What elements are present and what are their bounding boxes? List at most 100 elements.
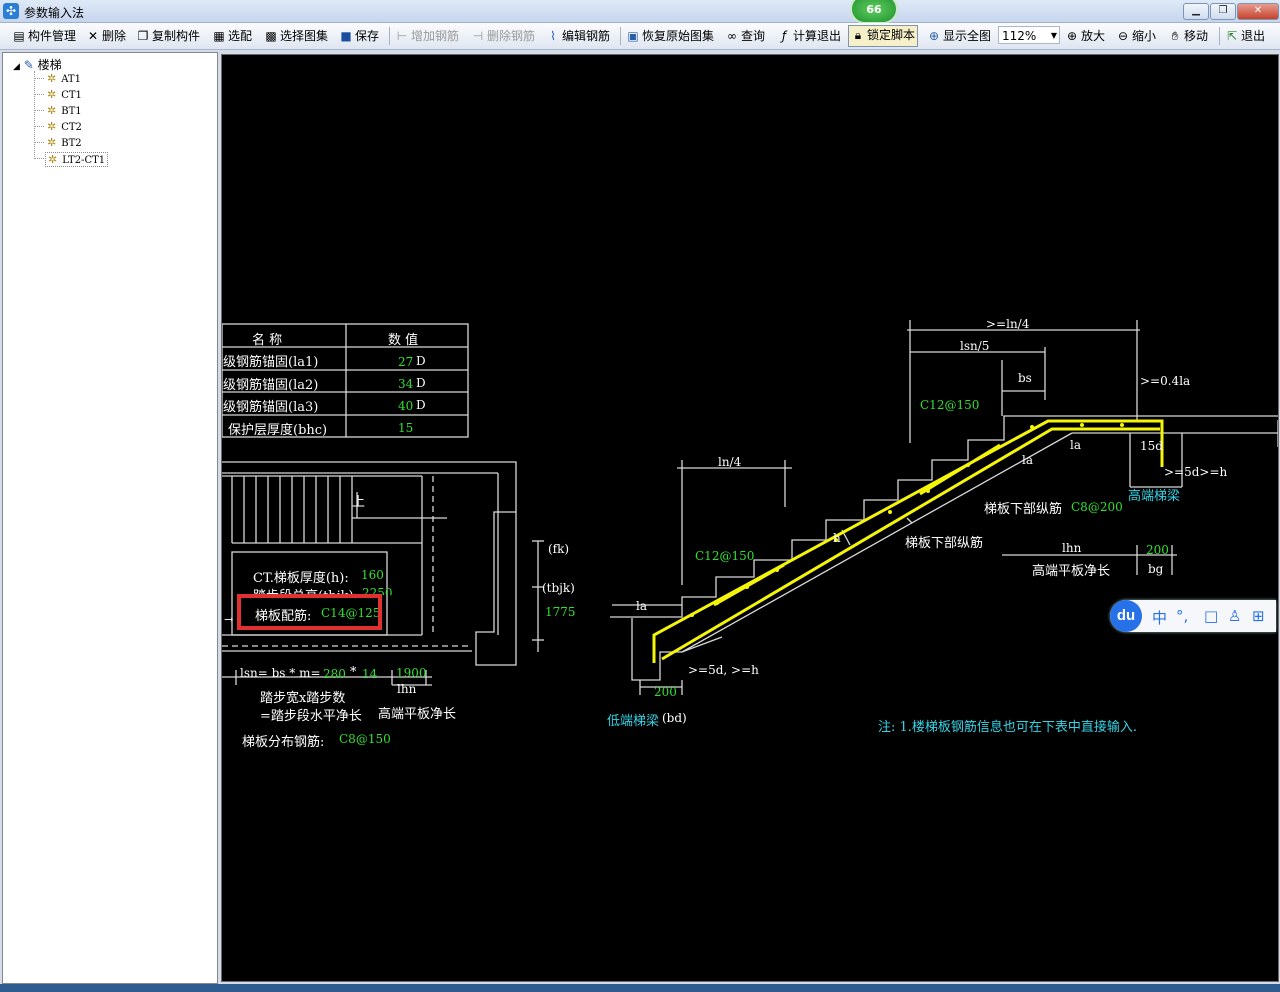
- atlas-icon: ▩: [265, 29, 277, 43]
- m-value[interactable]: 14: [362, 667, 377, 681]
- bottom-long-label-2: 梯板下部纵筋: [905, 536, 984, 551]
- select-atlas-button[interactable]: ▩ 选择图集: [264, 27, 328, 45]
- title-bar: ✣ 参数输入法 ▁ ❐ ✕: [0, 0, 1280, 23]
- drawing-canvas[interactable]: 名 称 数 值 一级钢筋锚固(la1) 二级钢筋锚固(la2) 三级钢筋锚固(l…: [221, 54, 1279, 982]
- lock-icon: 🔒︎: [854, 28, 862, 42]
- plan-note-1: 踏步宽x踏步数: [260, 691, 346, 706]
- taskbar: [0, 984, 1280, 992]
- dist-rebar-label: 梯板分布钢筋:: [242, 735, 325, 750]
- notification-badge[interactable]: 66: [850, 0, 898, 24]
- bottom-long-value[interactable]: C8@200: [1071, 500, 1123, 514]
- select-match-button[interactable]: ▦ 选配: [212, 27, 252, 45]
- lock-script-button[interactable]: 🔒︎ 锁定脚本: [848, 25, 919, 47]
- plan-note-3: 高端平板净长: [378, 707, 457, 722]
- move-button[interactable]: ✋︎ 移动: [1168, 27, 1208, 45]
- tree-item-ct2[interactable]: ✲ CT2: [47, 120, 82, 133]
- query-button[interactable]: ∞ 查询: [725, 27, 765, 45]
- tree-root-stairs[interactable]: ◢ ✎ 楼梯: [13, 56, 62, 73]
- plan-note-2: =踏步段水平净长: [260, 709, 362, 724]
- table-row-name: 二级钢筋锚固(la2): [222, 378, 319, 393]
- restore-icon: ▣: [627, 29, 639, 43]
- zoom-in-button[interactable]: ⊕ 放大: [1065, 27, 1105, 45]
- move-icon: ✋︎: [1171, 29, 1179, 43]
- table-row-unit: D: [416, 354, 426, 368]
- table-row-unit: D: [416, 398, 426, 412]
- zoom-out-button[interactable]: ⊖ 缩小: [1116, 27, 1156, 45]
- ime-user-icon[interactable]: ♙: [1228, 607, 1241, 625]
- edit-rebar-button[interactable]: ⌇ 编辑钢筋: [546, 27, 610, 45]
- dim-bg: bg: [1148, 562, 1164, 576]
- minimize-button[interactable]: ▁: [1183, 3, 1209, 20]
- calc-exit-button[interactable]: ƒ 计算退出: [777, 27, 841, 45]
- component-manage-button[interactable]: ▤ 构件管理: [12, 27, 76, 45]
- table-row-value[interactable]: 34: [398, 377, 413, 391]
- tree-item-bt1[interactable]: ✲ BT1: [47, 104, 82, 117]
- tbjk-value[interactable]: 1775: [545, 605, 576, 619]
- stairs-icon: ✎: [23, 58, 34, 72]
- dim-200-left[interactable]: 200: [654, 685, 677, 699]
- bottom-long-label: 梯板下部纵筋: [984, 502, 1063, 517]
- restore-atlas-button[interactable]: ▣ 恢复原始图集: [626, 27, 714, 45]
- gear-icon: ✲: [47, 136, 57, 149]
- delete-icon: ✕: [87, 29, 99, 43]
- ime-lang-toggle[interactable]: 中: [1152, 607, 1167, 628]
- gear-icon: ✲: [47, 120, 57, 133]
- tree-item-at1[interactable]: ✲ AT1: [47, 72, 81, 85]
- maximize-button[interactable]: ❐: [1210, 3, 1236, 20]
- delete-button[interactable]: ✕ 删除: [86, 27, 126, 45]
- dim-5d-top: >=5d>=h: [1164, 465, 1228, 479]
- toolbar-divider: [1219, 27, 1220, 45]
- save-button[interactable]: ■ 保存: [339, 27, 379, 45]
- fx-icon: ƒ: [781, 29, 787, 43]
- chevron-down-icon: ▼: [1050, 31, 1057, 40]
- lhn-value[interactable]: 1900: [396, 666, 427, 680]
- dim-5d-bottom: >=5d, >=h: [688, 663, 759, 677]
- tree-item-bt2[interactable]: ✲ BT2: [47, 136, 82, 149]
- close-button[interactable]: ✕: [1237, 3, 1279, 20]
- table-row-value[interactable]: 15: [398, 421, 413, 435]
- drawing-lines: [222, 320, 1278, 695]
- tree-connector: [34, 94, 44, 95]
- dim-lhn: lhn: [1062, 541, 1082, 555]
- gear-icon: ✲: [48, 153, 58, 166]
- ime-logo-icon[interactable]: du: [1110, 600, 1142, 632]
- note-text: 注: 1.楼梯板钢筋信息也可在下表中直接输入.: [878, 720, 1138, 735]
- add-rebar-button[interactable]: ⊢ 增加钢筋: [395, 27, 459, 45]
- lsn-formula: lsn= bs * m=: [240, 666, 321, 680]
- top-rebar-value[interactable]: C12@150: [920, 398, 979, 412]
- dim-la-a: la: [1070, 438, 1081, 452]
- zoom-in-icon: ⊕: [1066, 29, 1078, 43]
- exit-button[interactable]: ⇱ 退出: [1225, 27, 1265, 45]
- left-rebar-value[interactable]: C12@150: [695, 549, 754, 563]
- table-row-name: 保护层厚度(bhc): [228, 423, 328, 438]
- tree-item-lt2-ct1[interactable]: ✲ LT2-CT1: [45, 152, 109, 167]
- bs-value[interactable]: 280: [323, 667, 346, 681]
- zoom-select[interactable]: 112% ▼: [998, 26, 1060, 44]
- dim-200-right[interactable]: 200: [1146, 543, 1169, 557]
- copy-icon: ❐: [137, 29, 149, 43]
- tree-connector: [34, 78, 44, 79]
- table-row-value[interactable]: 40: [398, 399, 413, 413]
- tree-connector: [34, 158, 44, 159]
- dim-h: h: [833, 531, 841, 545]
- thickness-value[interactable]: 160: [361, 568, 384, 582]
- table-header-value: 数 值: [388, 333, 419, 348]
- tree-item-ct1[interactable]: ✲ CT1: [47, 88, 82, 101]
- add-rebar-icon: ⊢: [396, 29, 408, 43]
- ime-punct-toggle[interactable]: °,: [1176, 607, 1188, 625]
- dim-bs: bs: [1018, 371, 1032, 385]
- ime-toolbar[interactable]: du 中 °, □ ♙ ⊞: [1110, 600, 1276, 632]
- delete-rebar-button[interactable]: ⊣ 删除钢筋: [471, 27, 535, 45]
- ime-menu-icon[interactable]: ⊞: [1252, 607, 1265, 625]
- collapse-icon[interactable]: ◢: [13, 62, 20, 72]
- exit-icon: ⇱: [1226, 29, 1238, 43]
- copy-component-button[interactable]: ❐ 复制构件: [136, 27, 200, 45]
- show-all-button[interactable]: ⊕ 显示全图: [927, 27, 991, 45]
- table-row-value[interactable]: 27: [398, 355, 413, 369]
- ime-skin-icon[interactable]: □: [1204, 607, 1218, 625]
- high-plate-label: 高端平板净长: [1032, 564, 1111, 579]
- dist-rebar-value[interactable]: C8@150: [339, 732, 391, 746]
- binoculars-icon: ∞: [727, 29, 737, 43]
- delete-rebar-icon: ⊣: [472, 29, 484, 43]
- table-row-unit: D: [416, 376, 426, 390]
